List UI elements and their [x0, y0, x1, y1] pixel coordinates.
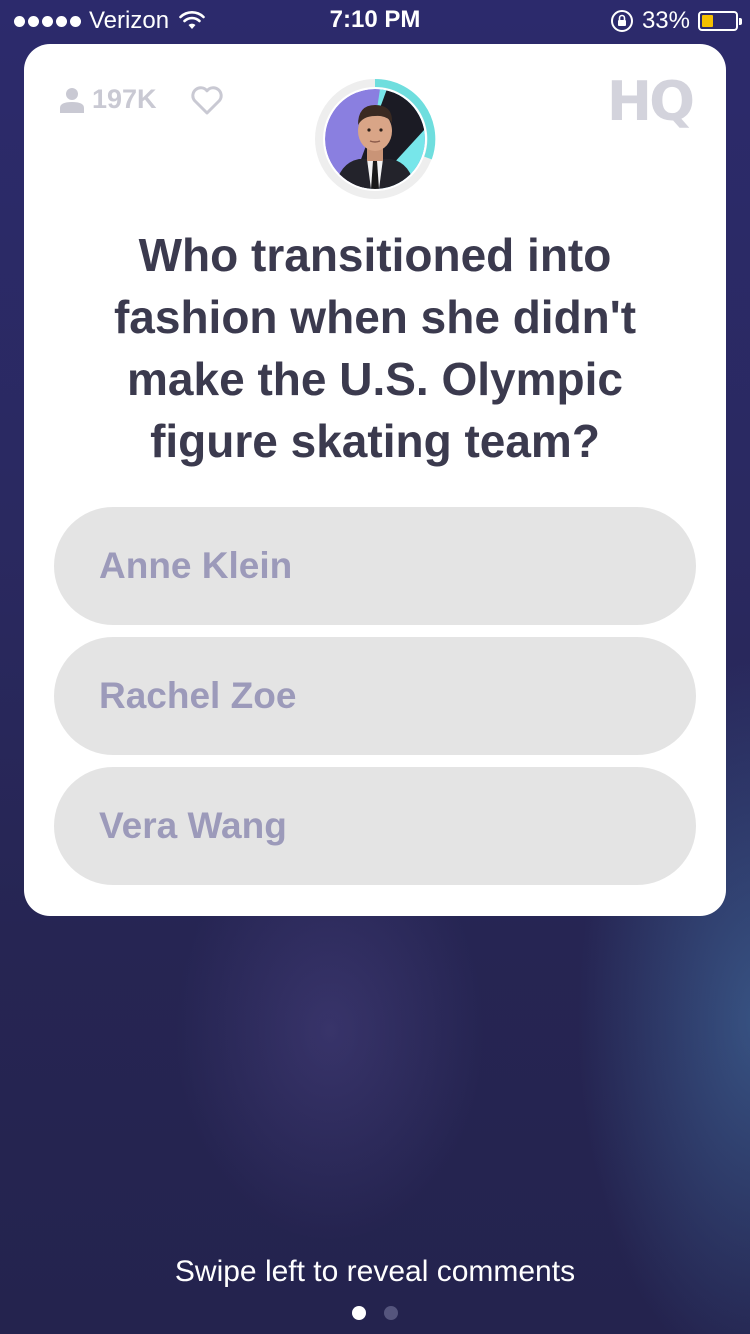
- battery-percent: 33%: [641, 7, 690, 34]
- status-bar: Verizon 7:10 PM 33%: [0, 0, 750, 40]
- host-avatar: [325, 89, 425, 189]
- user-icon: [60, 87, 84, 113]
- viewer-count: 197K: [60, 84, 157, 115]
- answer-label: Vera Wang: [99, 805, 287, 846]
- swipe-hint: Swipe left to reveal comments: [174, 1255, 576, 1288]
- page-dot-2[interactable]: [384, 1306, 398, 1320]
- answer-label: Rachel Zoe: [99, 675, 297, 716]
- orientation-lock-icon: [610, 10, 633, 32]
- question-card: 197K HQ Who transitioned into fashion wh…: [24, 44, 726, 916]
- page-dot-1[interactable]: [352, 1306, 366, 1320]
- battery-level: [702, 15, 713, 27]
- status-right: 33%: [610, 7, 742, 35]
- answer-option-1[interactable]: Anne Klein: [54, 507, 696, 625]
- answer-option-2[interactable]: Rachel Zoe: [54, 637, 696, 755]
- countdown-timer: [314, 78, 436, 200]
- page-indicator: [0, 1306, 750, 1320]
- question-text: Who transitioned into fashion when she d…: [113, 229, 637, 467]
- hq-logo: HQ: [606, 70, 695, 133]
- viewer-count-label: 197K: [92, 84, 157, 114]
- battery-icon: [698, 11, 742, 31]
- answer-label: Anne Klein: [99, 545, 293, 586]
- answer-option-3[interactable]: Vera Wang: [54, 767, 696, 885]
- heart-icon[interactable]: [190, 86, 224, 116]
